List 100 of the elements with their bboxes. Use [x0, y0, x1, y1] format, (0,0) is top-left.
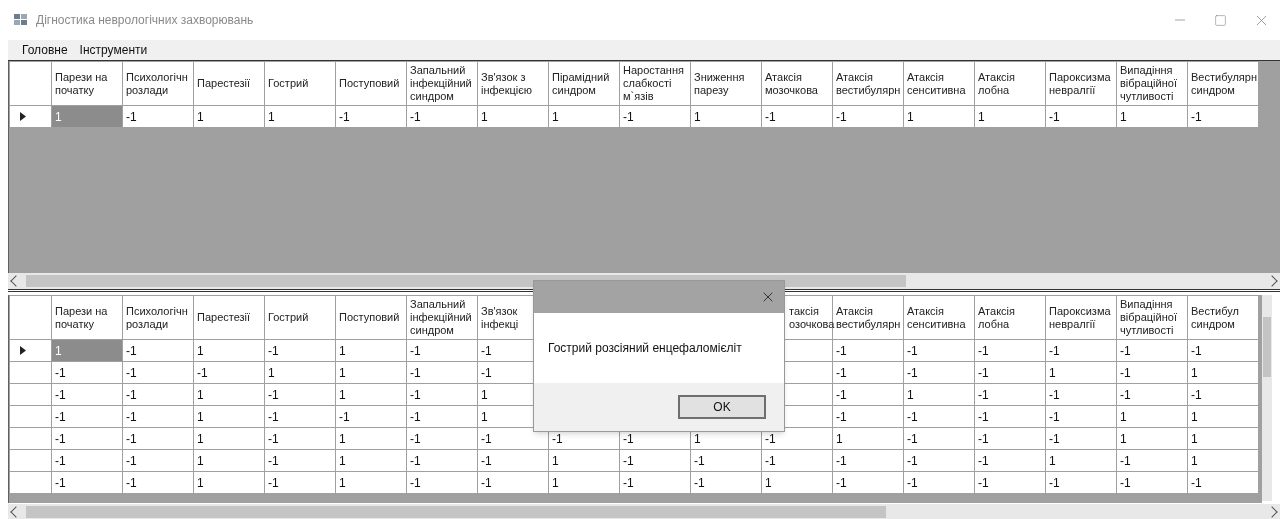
table-cell: 1 — [1120, 432, 1127, 446]
table-cell: -1 — [1049, 410, 1060, 424]
table-cell: -1 — [978, 366, 989, 380]
table-cell: -1 — [836, 366, 847, 380]
table-cell: -1 — [694, 476, 705, 490]
dialog-message: Гострий розсіяний енцефаломієліт — [548, 340, 742, 357]
table-cell: 1 — [197, 476, 204, 490]
table-cell: -1 — [836, 344, 847, 358]
table-cell: -1 — [339, 110, 350, 124]
table-cell: -1 — [339, 410, 350, 424]
table-cell: -1 — [410, 388, 421, 402]
window-title: Дігностика неврологічних захворювань — [36, 12, 254, 29]
table-cell: -1 — [1049, 110, 1060, 124]
table-cell: 1 — [339, 476, 346, 490]
table-cell: 1 — [481, 388, 488, 402]
table-cell: -1 — [126, 344, 137, 358]
table-cell: -1 — [978, 432, 989, 446]
table-cell: -1 — [410, 432, 421, 446]
scrollbar-thumb[interactable] — [1263, 317, 1271, 377]
table-cell: -1 — [126, 388, 137, 402]
table-cell: -1 — [1120, 476, 1131, 490]
table-cell: -1 — [1120, 344, 1131, 358]
table-cell: 1 — [197, 454, 204, 468]
table-cell: -1 — [197, 366, 208, 380]
table-cell: -1 — [481, 366, 492, 380]
table-cell: -1 — [836, 110, 847, 124]
table-cell: 1 — [197, 432, 204, 446]
table-cell: 1 — [1120, 110, 1127, 124]
table-cell: 1 — [339, 366, 346, 380]
table-cell: -1 — [978, 410, 989, 424]
table-cell: -1 — [55, 388, 66, 402]
table-cell: 1 — [197, 344, 204, 358]
horizontal-scrollbar[interactable] — [8, 504, 1280, 519]
table-cell: 1 — [339, 432, 346, 446]
table-cell: -1 — [836, 410, 847, 424]
table-cell: 1 — [481, 110, 488, 124]
table-cell: 1 — [197, 388, 204, 402]
table-cell: 1 — [836, 432, 843, 446]
table-cell: -1 — [836, 476, 847, 490]
table-cell: -1 — [978, 454, 989, 468]
table-cell: 1 — [694, 110, 701, 124]
table-cell: 1 — [55, 110, 62, 124]
table-cell: -1 — [268, 454, 279, 468]
row-header[interactable] — [9, 105, 52, 128]
table-cell: 1 — [1049, 366, 1056, 380]
table-cell: -1 — [268, 410, 279, 424]
table-cell: -1 — [410, 344, 421, 358]
table-cell: -1 — [481, 432, 492, 446]
table-cell: -1 — [410, 454, 421, 468]
table-cell: -1 — [126, 432, 137, 446]
row-header[interactable] — [9, 339, 52, 362]
table-cell: -1 — [623, 476, 634, 490]
table-cell: -1 — [1049, 432, 1060, 446]
table-cell: 1 — [339, 454, 346, 468]
table-cell: -1 — [55, 432, 66, 446]
table-cell: -1 — [907, 454, 918, 468]
table-cell: 1 — [978, 110, 985, 124]
table-cell: 1 — [481, 410, 488, 424]
table-cell: -1 — [836, 388, 847, 402]
table-cell: -1 — [268, 388, 279, 402]
table-cell: 1 — [1191, 366, 1198, 380]
table-cell: -1 — [268, 476, 279, 490]
table-cell: 1 — [1120, 410, 1127, 424]
table-cell: -1 — [907, 432, 918, 446]
table-cell: -1 — [481, 344, 492, 358]
table-cell: -1 — [1120, 366, 1131, 380]
maximize-icon[interactable] — [1214, 13, 1227, 27]
table-cell: -1 — [481, 476, 492, 490]
table-cell: -1 — [765, 454, 776, 468]
table-cell: 1 — [268, 110, 275, 124]
table-cell: 1 — [339, 388, 346, 402]
table-cell: 1 — [552, 476, 559, 490]
table-cell: 1 — [907, 110, 914, 124]
table-cell: -1 — [552, 432, 563, 446]
vertical-scrollbar[interactable] — [1262, 295, 1272, 501]
table-cell: -1 — [907, 366, 918, 380]
table-cell: -1 — [410, 476, 421, 490]
table-cell: 1 — [339, 344, 346, 358]
table-cell: 1 — [552, 454, 559, 468]
table-cell: -1 — [126, 110, 137, 124]
table-cell: 1 — [197, 410, 204, 424]
table-cell: -1 — [268, 432, 279, 446]
scrollbar-thumb[interactable] — [26, 506, 886, 518]
ok-button[interactable]: OK — [678, 395, 766, 419]
table-cell: -1 — [623, 454, 634, 468]
table-cell: -1 — [978, 388, 989, 402]
table-cell: -1 — [1049, 388, 1060, 402]
table-cell: -1 — [1191, 388, 1202, 402]
table-cell: 1 — [765, 476, 772, 490]
table-cell: -1 — [1120, 454, 1131, 468]
table-cell: -1 — [410, 366, 421, 380]
menu-item[interactable]: Головне — [22, 41, 68, 59]
current-row-icon — [20, 346, 26, 355]
table-cell: -1 — [481, 454, 492, 468]
table-cell: -1 — [907, 344, 918, 358]
table-cell: -1 — [126, 476, 137, 490]
menu-item[interactable]: Інструменти — [79, 41, 148, 59]
table-cell: -1 — [410, 410, 421, 424]
table-cell: -1 — [1049, 344, 1060, 358]
table-cell: -1 — [765, 110, 776, 124]
